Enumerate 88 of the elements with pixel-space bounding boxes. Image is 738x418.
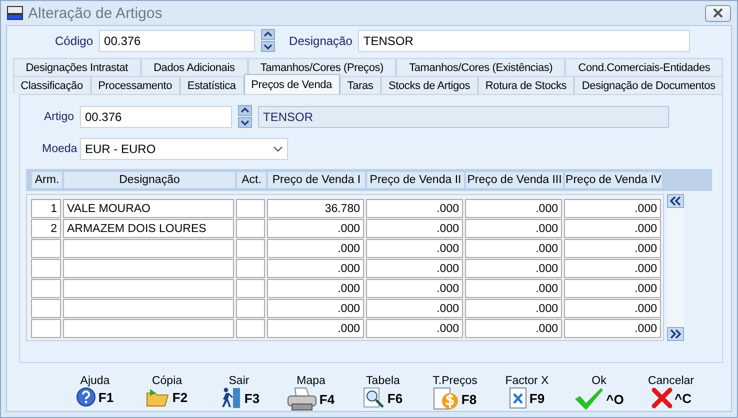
table-cell: .000 bbox=[465, 259, 562, 278]
up-arrow-icon[interactable] bbox=[261, 29, 276, 40]
tab[interactable]: Tamanhos/Cores (Preços) bbox=[248, 58, 396, 76]
magnifier-icon bbox=[363, 387, 386, 409]
double-right-arrow-icon[interactable] bbox=[667, 327, 684, 341]
table-cell: .000 bbox=[366, 199, 463, 218]
close-icon bbox=[712, 8, 724, 18]
table-cell: .000 bbox=[267, 319, 364, 338]
table-cell: .000 bbox=[267, 299, 364, 318]
table-cell: .000 bbox=[564, 319, 661, 338]
table-cell: .000 bbox=[564, 239, 661, 258]
table-cell: .000 bbox=[366, 299, 463, 318]
window-title: Alteração de Artigos bbox=[28, 4, 162, 22]
table-cell: .000 bbox=[465, 199, 562, 218]
x-document-icon bbox=[509, 387, 528, 409]
dollar-document-icon bbox=[433, 387, 460, 411]
help-icon bbox=[76, 387, 96, 407]
tab[interactable]: Designação de Documentos bbox=[574, 76, 723, 94]
currency-dropdown[interactable]: EUR - EURO bbox=[80, 138, 288, 160]
table-cell: .000 bbox=[564, 199, 661, 218]
table-cell: .000 bbox=[267, 279, 364, 298]
tab[interactable]: Classificação bbox=[13, 76, 91, 94]
toolbar-button[interactable]: Cópia F2 bbox=[131, 375, 203, 411]
printer-icon bbox=[287, 387, 318, 411]
column-header[interactable]: Preço de Venda IV bbox=[565, 172, 662, 188]
folder-icon bbox=[146, 387, 170, 407]
column-header[interactable]: Act. bbox=[237, 172, 266, 188]
close-button[interactable] bbox=[705, 4, 731, 22]
table-cell: VALE MOURAO bbox=[63, 199, 234, 218]
up-arrow-icon[interactable] bbox=[238, 105, 252, 116]
designation-label: Designação bbox=[289, 34, 352, 48]
table-cell: .000 bbox=[465, 319, 562, 338]
column-header[interactable]: Preço de Venda II bbox=[367, 172, 464, 188]
column-header[interactable]: Preço de Venda III bbox=[466, 172, 563, 188]
cross-icon bbox=[650, 387, 672, 409]
table-cell: .000 bbox=[564, 259, 661, 278]
chevron-down-icon bbox=[273, 146, 283, 152]
table-cell: .000 bbox=[564, 299, 661, 318]
table-cell: .000 bbox=[267, 239, 364, 258]
table-cell: .000 bbox=[267, 259, 364, 278]
table-cell: .000 bbox=[465, 219, 562, 238]
table-cell: .000 bbox=[465, 299, 562, 318]
table-cell: .000 bbox=[564, 279, 661, 298]
toolbar-button[interactable]: Sair F3 bbox=[203, 375, 275, 411]
toolbar-button[interactable]: Factor X F9 bbox=[491, 375, 563, 411]
table-cell: .000 bbox=[465, 279, 562, 298]
tab[interactable]: Processamento bbox=[90, 76, 180, 94]
table-cell: .000 bbox=[366, 239, 463, 258]
toolbar-button[interactable]: Tabela F6 bbox=[347, 375, 419, 411]
table-cell: .000 bbox=[366, 259, 463, 278]
table-cell: .000 bbox=[267, 219, 364, 238]
table-cell: .000 bbox=[366, 319, 463, 338]
down-arrow-icon[interactable] bbox=[261, 41, 276, 52]
column-header[interactable]: Arm. bbox=[32, 172, 62, 188]
table-cell: 2 bbox=[31, 219, 61, 238]
tab[interactable]: Cond.Comerciais-Entidades bbox=[565, 58, 723, 76]
code-label: Código bbox=[55, 34, 94, 48]
toolbar-button[interactable]: T.Preços F8 bbox=[419, 375, 491, 411]
column-header[interactable]: Preço de Venda I bbox=[268, 172, 365, 188]
tab[interactable]: Preços de Venda bbox=[244, 74, 340, 94]
app-icon bbox=[7, 6, 23, 20]
column-header[interactable]: Designação bbox=[64, 172, 235, 188]
table-cell: .000 bbox=[564, 219, 661, 238]
table-cell: .000 bbox=[465, 239, 562, 258]
tab[interactable]: Estatística bbox=[180, 76, 244, 94]
article-code-field[interactable]: 00.376 bbox=[80, 106, 232, 128]
toolbar-button[interactable]: Cancelar ^C bbox=[635, 375, 707, 411]
code-field[interactable]: 00.376 bbox=[99, 30, 256, 52]
toolbar-button[interactable]: Mapa F4 bbox=[275, 375, 347, 411]
checkmark-icon bbox=[574, 387, 604, 411]
toolbar-button[interactable]: Ajuda F1 bbox=[59, 375, 131, 411]
tab[interactable]: Taras bbox=[340, 76, 381, 94]
toolbar-button[interactable]: Ok ^O bbox=[563, 375, 635, 411]
designation-field[interactable]: TENSOR bbox=[358, 30, 690, 52]
tab[interactable]: Rotura de Stocks bbox=[478, 76, 574, 94]
table-cell: 36.780 bbox=[267, 199, 364, 218]
article-name-field: TENSOR bbox=[258, 106, 669, 128]
down-arrow-icon[interactable] bbox=[238, 117, 252, 128]
tab[interactable]: Designações Intrastat bbox=[13, 58, 141, 76]
table-cell: 1 bbox=[31, 199, 61, 218]
double-left-arrow-icon[interactable] bbox=[667, 194, 684, 208]
tab[interactable]: Stocks de Artigos bbox=[380, 76, 478, 94]
article-label: Artigo bbox=[42, 110, 74, 122]
table-cell: ARMAZEM DOIS LOURES bbox=[63, 219, 234, 238]
tab[interactable]: Tamanhos/Cores (Existências) bbox=[396, 58, 566, 76]
table-cell: .000 bbox=[366, 279, 463, 298]
tab[interactable]: Dados Adicionais bbox=[140, 58, 248, 76]
table-cell: .000 bbox=[366, 219, 463, 238]
